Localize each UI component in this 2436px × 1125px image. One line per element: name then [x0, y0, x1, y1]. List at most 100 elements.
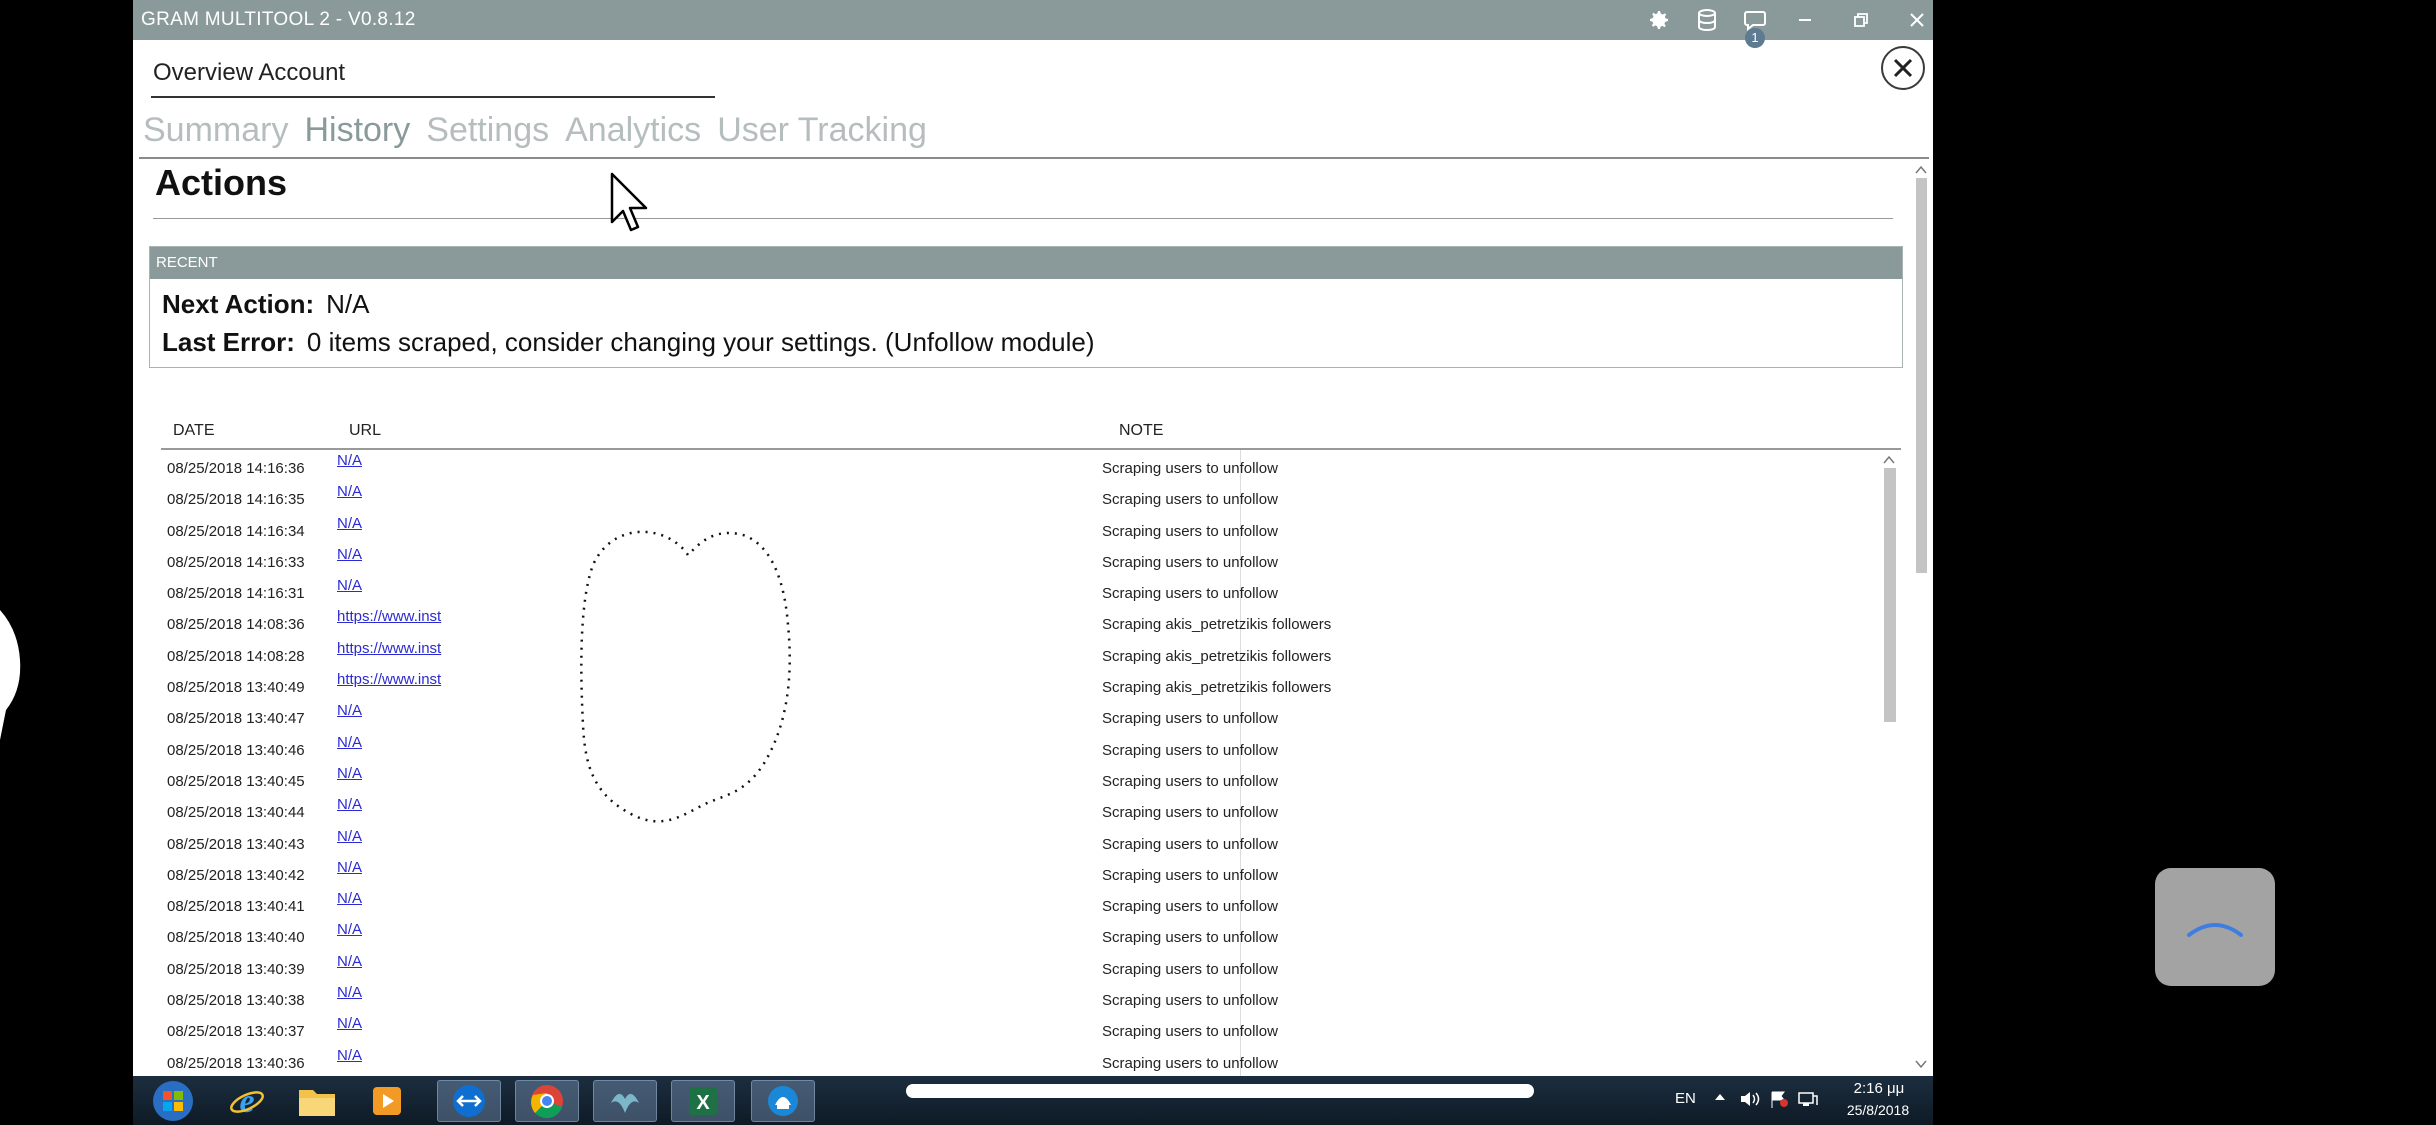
cell-url-link[interactable]: N/A [337, 921, 445, 938]
close-panel-button[interactable] [1881, 46, 1925, 90]
table-row[interactable]: 08/25/2018 13:40:38 N/A Scraping users to … [161, 984, 1891, 1015]
cell-url-link[interactable]: N/A [337, 734, 445, 751]
cell-url-link[interactable]: N/A [337, 515, 445, 532]
cell-url-link[interactable]: N/A [337, 452, 445, 469]
tab-settings[interactable]: Settings [426, 106, 549, 154]
table-row[interactable]: 08/25/2018 13:40:40 N/A Scraping users to … [161, 921, 1891, 952]
taskbar-chrome[interactable] [515, 1080, 579, 1122]
database-button[interactable] [1689, 3, 1725, 37]
panel-scrollbar[interactable] [1913, 160, 1929, 1076]
table-row[interactable]: 08/25/2018 14:16:36 N/A Scraping users to … [161, 452, 1891, 483]
taskbar-excel[interactable]: X [671, 1080, 735, 1122]
action-center-flag-icon[interactable] [1769, 1090, 1789, 1108]
cell-url-link[interactable]: N/A [337, 483, 445, 500]
cell-url-link[interactable]: N/A [337, 984, 445, 1001]
taskbar-media[interactable] [355, 1080, 419, 1122]
cell-date: 08/25/2018 14:16:33 [167, 553, 305, 571]
table-header: DATE URL NOTE [173, 422, 1903, 444]
cell-url-link[interactable]: N/A [337, 1015, 445, 1032]
svg-text:e: e [239, 1083, 254, 1120]
cell-date: 08/25/2018 13:40:49 [167, 679, 305, 697]
cell-url-link[interactable]: https://www.inst [337, 608, 445, 625]
scroll-up-arrow-icon[interactable] [1883, 454, 1895, 464]
table-row[interactable]: 08/25/2018 14:16:31 N/A Scraping users to … [161, 577, 1891, 608]
database-icon [1698, 9, 1716, 32]
cell-url-link[interactable]: N/A [337, 1047, 445, 1064]
cell-url-link[interactable]: https://www.inst [337, 640, 445, 657]
clock-time[interactable]: 2:16 μμ [1844, 1080, 1914, 1097]
account-select-input[interactable] [151, 50, 715, 98]
cell-date: 08/25/2018 14:16:31 [167, 585, 305, 603]
table-row[interactable]: 08/25/2018 13:40:47 N/A Scraping users to … [161, 702, 1891, 733]
scroll-up-arrow-icon[interactable] [1915, 164, 1927, 174]
title-bar[interactable]: GRAM MULTITOOL 2 - V0.8.12 1 [133, 0, 1933, 48]
cell-note: Scraping users to unfollow [1102, 960, 1278, 978]
cell-url-link[interactable]: N/A [337, 859, 445, 876]
cell-url-link[interactable]: N/A [337, 953, 445, 970]
cell-date: 08/25/2018 13:40:44 [167, 804, 305, 822]
tab-analytics[interactable]: Analytics [565, 106, 701, 154]
taskbar-teamviewer[interactable] [437, 1080, 501, 1122]
table-row[interactable]: 08/25/2018 13:40:46 N/A Scraping users to … [161, 734, 1891, 765]
cell-note: Scraping users to unfollow [1102, 1023, 1278, 1041]
table-row[interactable]: 08/25/2018 13:40:37 N/A Scraping users to … [161, 1015, 1891, 1046]
cell-date: 08/25/2018 14:08:36 [167, 616, 305, 634]
minimize-icon [1799, 19, 1811, 21]
panel-scroll-thumb[interactable] [1916, 178, 1927, 573]
restore-button[interactable] [1843, 3, 1879, 37]
minimize-button[interactable] [1787, 3, 1823, 37]
scroll-to-top-button[interactable] [2155, 868, 2275, 986]
column-header-note[interactable]: NOTE [1119, 422, 1163, 440]
next-action-value: N/A [326, 289, 370, 319]
network-icon[interactable] [1797, 1090, 1819, 1108]
table-row[interactable]: 08/25/2018 13:40:39 N/A Scraping users to … [161, 953, 1891, 984]
table-row[interactable]: 08/25/2018 13:40:36 N/A Scraping users to … [161, 1047, 1891, 1076]
tray-expand-icon[interactable] [1713, 1090, 1727, 1104]
tabs-divider [139, 157, 1929, 159]
teamviewer-meeting-icon [768, 1086, 798, 1116]
table-row[interactable]: 08/25/2018 14:08:28 https://www.inst Scrap… [161, 640, 1891, 671]
cell-url-link[interactable]: N/A [337, 577, 445, 594]
table-row[interactable]: 08/25/2018 14:16:35 N/A Scraping users to … [161, 483, 1891, 514]
cell-url-link[interactable]: N/A [337, 890, 445, 907]
column-header-url[interactable]: URL [349, 422, 381, 440]
cell-url-link[interactable]: https://www.inst [337, 671, 445, 688]
cell-url-link[interactable]: N/A [337, 702, 445, 719]
table-row[interactable]: 08/25/2018 13:40:43 N/A Scraping users to … [161, 828, 1891, 859]
table-scroll-thumb[interactable] [1884, 468, 1896, 722]
table-row[interactable]: 08/25/2018 13:40:49 https://www.inst Scrap… [161, 671, 1891, 702]
taskbar-gram[interactable] [593, 1080, 657, 1122]
window-close-button[interactable] [1899, 3, 1933, 37]
table-row[interactable]: 08/25/2018 14:16:33 N/A Scraping users to … [161, 546, 1891, 577]
volume-icon[interactable] [1739, 1090, 1761, 1108]
last-error-line: Last Error: 0 items scraped, consider cha… [162, 327, 1095, 358]
table-row[interactable]: 08/25/2018 14:16:34 N/A Scraping users to … [161, 515, 1891, 546]
scroll-down-arrow-icon[interactable] [1915, 1060, 1927, 1070]
tab-summary[interactable]: Summary [143, 106, 288, 154]
start-button[interactable] [133, 1080, 213, 1122]
table-row[interactable]: 08/25/2018 13:40:41 N/A Scraping users to … [161, 890, 1891, 921]
cell-note: Scraping users to unfollow [1102, 898, 1278, 916]
settings-button[interactable] [1641, 3, 1677, 37]
cell-note: Scraping users to unfollow [1102, 772, 1278, 790]
cell-url-link[interactable]: N/A [337, 796, 445, 813]
taskbar-ie[interactable]: e [215, 1080, 279, 1122]
tab-user-tracking[interactable]: User Tracking [717, 106, 927, 154]
table-row[interactable]: 08/25/2018 13:40:45 N/A Scraping users to … [161, 765, 1891, 796]
table-scrollbar[interactable] [1881, 452, 1897, 1076]
table-row[interactable]: 08/25/2018 13:40:44 N/A Scraping users to … [161, 796, 1891, 827]
cell-note: Scraping users to unfollow [1102, 835, 1278, 853]
tab-history[interactable]: History [304, 106, 410, 154]
column-header-date[interactable]: DATE [173, 422, 214, 440]
clock-date[interactable]: 25/8/2018 [1835, 1102, 1921, 1118]
taskbar-meeting[interactable] [751, 1080, 815, 1122]
table-row[interactable]: 08/25/2018 13:40:42 N/A Scraping users to … [161, 859, 1891, 890]
taskbar-explorer[interactable] [285, 1080, 349, 1122]
cell-url-link[interactable]: N/A [337, 765, 445, 782]
table-row[interactable]: 08/25/2018 14:08:36 https://www.inst Scrap… [161, 608, 1891, 639]
language-indicator[interactable]: EN [1675, 1090, 1696, 1107]
history-table-body: 08/25/2018 14:16:36 N/A Scraping users to … [161, 452, 1891, 1076]
cell-url-link[interactable]: N/A [337, 546, 445, 563]
last-error-value: 0 items scraped, consider changing your … [306, 327, 1095, 357]
cell-url-link[interactable]: N/A [337, 828, 445, 845]
